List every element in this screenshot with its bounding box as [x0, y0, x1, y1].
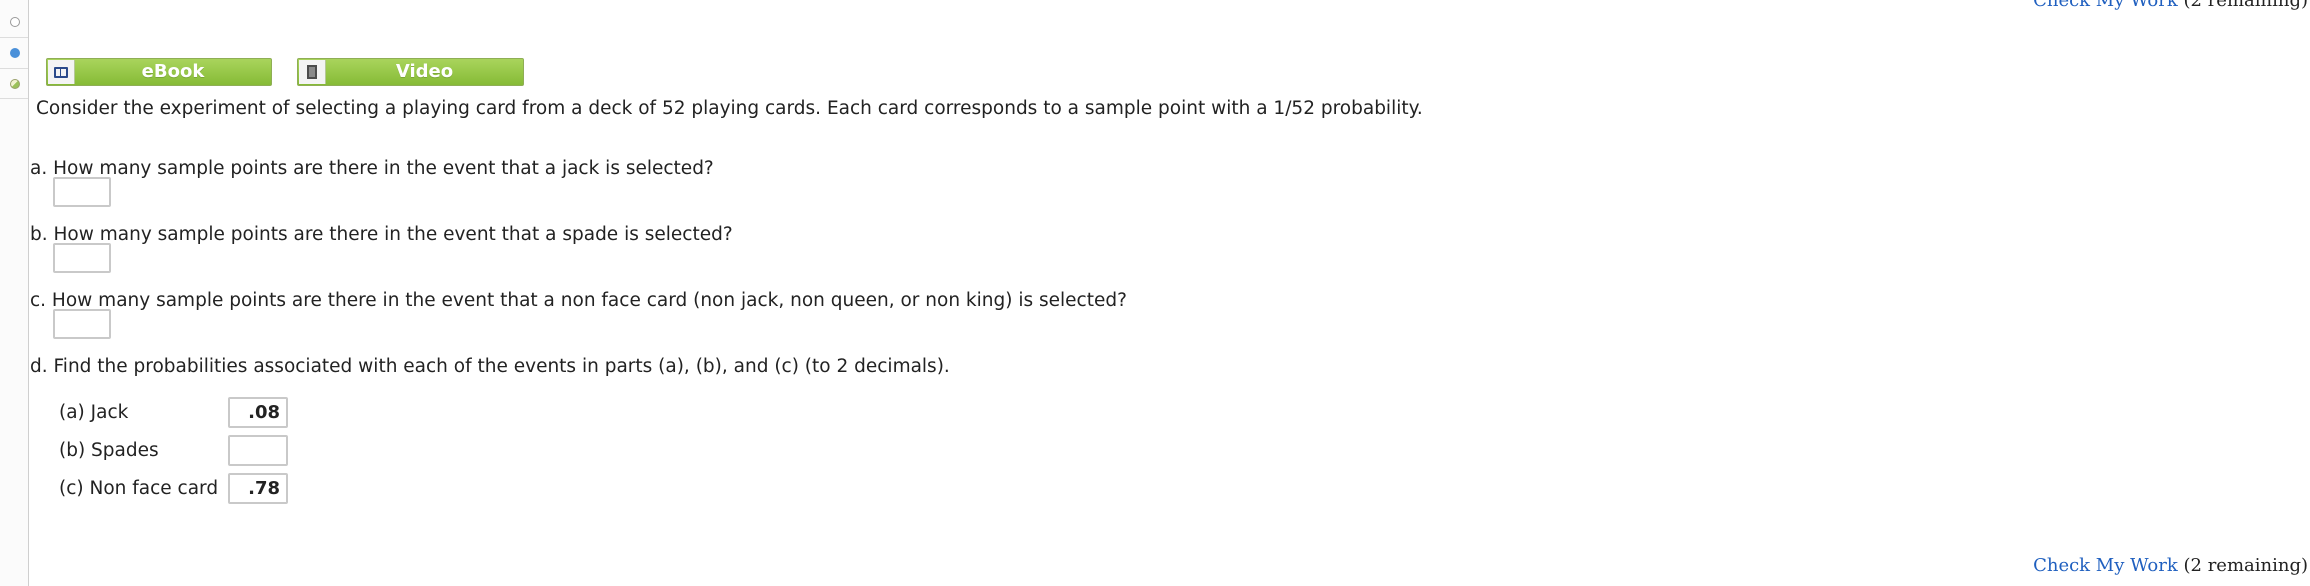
question-intro: Consider the experiment of selecting a p…	[36, 98, 1423, 119]
partial-credit-icon[interactable]	[10, 79, 20, 89]
ebook-button[interactable]: eBook	[46, 58, 272, 86]
radio-empty-icon[interactable]	[10, 17, 20, 27]
part-c-prompt: c. How many sample points are there in t…	[30, 290, 1127, 311]
part-b-answer-input[interactable]	[53, 243, 111, 273]
film-icon	[299, 60, 326, 84]
prob-label-non-face: (c) Non face card	[59, 478, 219, 499]
rail-divider	[0, 37, 28, 38]
part-a-prompt: a. How many sample points are there in t…	[30, 158, 714, 179]
prob-input-jack[interactable]: .08	[228, 397, 288, 428]
video-label: Video	[395, 61, 454, 82]
book-icon	[48, 60, 75, 84]
remaining-count: (2 remaining)	[2183, 555, 2309, 576]
part-b-prompt: b. How many sample points are there in t…	[30, 224, 733, 245]
part-d-prompt: d. Find the probabilities associated wit…	[30, 356, 950, 377]
ebook-label: eBook	[141, 61, 205, 82]
question-nav-rail	[0, 0, 29, 586]
video-button[interactable]: Video	[297, 58, 524, 86]
part-c-answer-input[interactable]	[53, 309, 111, 339]
rail-divider	[0, 98, 28, 99]
check-my-work-link[interactable]: Check My Work	[2033, 0, 2178, 11]
radio-filled-icon[interactable]	[10, 48, 20, 58]
part-a-answer-input[interactable]	[53, 177, 111, 207]
check-my-work-bottom: Check My Work (2 remaining)	[2033, 555, 2308, 576]
prob-label-spades: (b) Spades	[59, 440, 159, 461]
remaining-count: (2 remaining)	[2183, 0, 2309, 11]
check-my-work-link[interactable]: Check My Work	[2033, 555, 2178, 576]
prob-label-jack: (a) Jack	[59, 402, 129, 423]
rail-divider	[0, 68, 28, 69]
prob-input-non-face[interactable]: .78	[228, 473, 288, 504]
prob-input-spades[interactable]	[228, 435, 288, 466]
check-my-work-top: Check My Work (2 remaining)	[2033, 0, 2308, 11]
